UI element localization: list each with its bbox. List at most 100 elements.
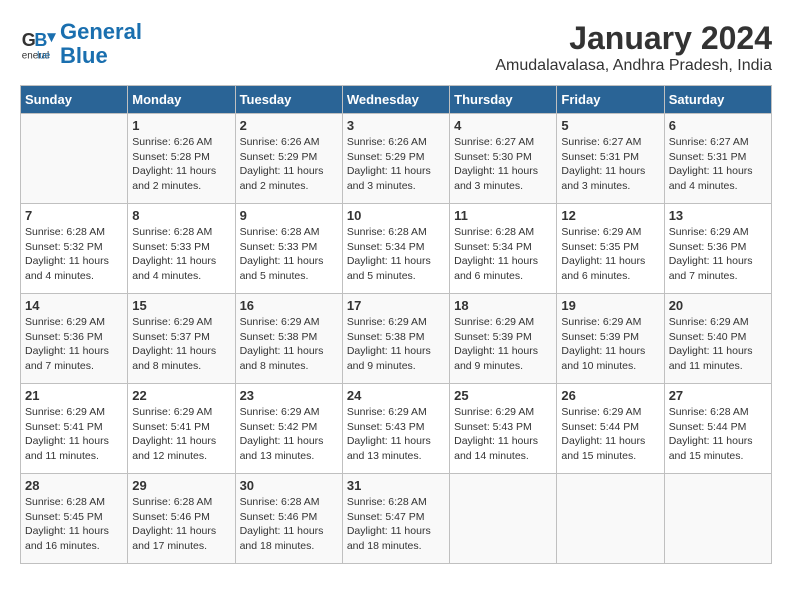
day-number: 8	[132, 208, 230, 223]
svg-text:lue: lue	[37, 51, 51, 62]
day-header-wednesday: Wednesday	[342, 86, 449, 114]
calendar-week-1: 1Sunrise: 6:26 AM Sunset: 5:28 PM Daylig…	[21, 114, 772, 204]
day-number: 21	[25, 388, 123, 403]
day-info: Sunrise: 6:29 AM Sunset: 5:40 PM Dayligh…	[669, 315, 767, 374]
calendar-cell	[450, 474, 557, 564]
day-info: Sunrise: 6:28 AM Sunset: 5:46 PM Dayligh…	[132, 495, 230, 554]
day-number: 29	[132, 478, 230, 493]
calendar-cell: 27 Sunrise: 6:28 AM Sunset: 5:44 PM Dayli…	[664, 384, 771, 474]
calendar-title: January 2024	[495, 20, 772, 57]
day-number: 7	[25, 208, 123, 223]
calendar-header-row: SundayMondayTuesdayWednesdayThursdayFrid…	[21, 86, 772, 114]
day-info: Sunrise: 6:29 AM Sunset: 5:38 PM Dayligh…	[240, 315, 338, 374]
day-info: Sunrise: 6:27 AM Sunset: 5:31 PM Dayligh…	[561, 135, 659, 194]
day-number: 11	[454, 208, 552, 223]
day-number: 6	[669, 118, 767, 133]
calendar-cell: 7 Sunrise: 6:28 AM Sunset: 5:32 PM Daylig…	[21, 204, 128, 294]
day-info: Sunrise: 6:28 AM Sunset: 5:44 PM Dayligh…	[669, 405, 767, 464]
logo-icon: G B eneral lue	[20, 26, 56, 62]
day-number: 10	[347, 208, 445, 223]
day-header-thursday: Thursday	[450, 86, 557, 114]
calendar-cell: 1Sunrise: 6:26 AM Sunset: 5:28 PM Daylig…	[128, 114, 235, 204]
calendar-week-4: 21 Sunrise: 6:29 AM Sunset: 5:41 PM Dayli…	[21, 384, 772, 474]
day-number: 17	[347, 298, 445, 313]
day-number: 15	[132, 298, 230, 313]
day-number: 26	[561, 388, 659, 403]
calendar-cell: 17 Sunrise: 6:29 AM Sunset: 5:38 PM Dayli…	[342, 294, 449, 384]
calendar-cell: 18 Sunrise: 6:29 AM Sunset: 5:39 PM Dayli…	[450, 294, 557, 384]
day-header-friday: Friday	[557, 86, 664, 114]
calendar-week-2: 7 Sunrise: 6:28 AM Sunset: 5:32 PM Daylig…	[21, 204, 772, 294]
day-number: 30	[240, 478, 338, 493]
day-info: Sunrise: 6:28 AM Sunset: 5:45 PM Dayligh…	[25, 495, 123, 554]
day-number: 2	[240, 118, 338, 133]
day-info: Sunrise: 6:27 AM Sunset: 5:31 PM Dayligh…	[669, 135, 767, 194]
calendar-cell: 23Sunrise: 6:29 AM Sunset: 5:42 PM Dayli…	[235, 384, 342, 474]
day-number: 20	[669, 298, 767, 313]
day-info: Sunrise: 6:28 AM Sunset: 5:32 PM Dayligh…	[25, 225, 123, 284]
calendar-cell: 29 Sunrise: 6:28 AM Sunset: 5:46 PM Dayli…	[128, 474, 235, 564]
day-info: Sunrise: 6:29 AM Sunset: 5:36 PM Dayligh…	[669, 225, 767, 284]
page-header: G B eneral lue General Blue January 2024…	[20, 20, 772, 75]
svg-text:B: B	[34, 30, 47, 50]
day-number: 22	[132, 388, 230, 403]
day-info: Sunrise: 6:29 AM Sunset: 5:35 PM Dayligh…	[561, 225, 659, 284]
day-number: 31	[347, 478, 445, 493]
day-info: Sunrise: 6:28 AM Sunset: 5:33 PM Dayligh…	[132, 225, 230, 284]
day-info: Sunrise: 6:29 AM Sunset: 5:39 PM Dayligh…	[454, 315, 552, 374]
calendar-cell: 26 Sunrise: 6:29 AM Sunset: 5:44 PM Dayli…	[557, 384, 664, 474]
day-info: Sunrise: 6:28 AM Sunset: 5:34 PM Dayligh…	[347, 225, 445, 284]
day-number: 18	[454, 298, 552, 313]
day-info: Sunrise: 6:29 AM Sunset: 5:44 PM Dayligh…	[561, 405, 659, 464]
day-info: Sunrise: 6:26 AM Sunset: 5:29 PM Dayligh…	[240, 135, 338, 194]
day-header-tuesday: Tuesday	[235, 86, 342, 114]
day-info: Sunrise: 6:27 AM Sunset: 5:30 PM Dayligh…	[454, 135, 552, 194]
day-info: Sunrise: 6:29 AM Sunset: 5:37 PM Dayligh…	[132, 315, 230, 374]
calendar-cell: 15 Sunrise: 6:29 AM Sunset: 5:37 PM Dayli…	[128, 294, 235, 384]
calendar-cell: 14Sunrise: 6:29 AM Sunset: 5:36 PM Dayli…	[21, 294, 128, 384]
calendar-cell: 6 Sunrise: 6:27 AM Sunset: 5:31 PM Daylig…	[664, 114, 771, 204]
calendar-cell: 24Sunrise: 6:29 AM Sunset: 5:43 PM Dayli…	[342, 384, 449, 474]
calendar-cell	[557, 474, 664, 564]
logo-text: General Blue	[60, 20, 142, 68]
calendar-cell: 13Sunrise: 6:29 AM Sunset: 5:36 PM Dayli…	[664, 204, 771, 294]
title-block: January 2024 Amudalavalasa, Andhra Prade…	[495, 20, 772, 75]
calendar-cell: 25Sunrise: 6:29 AM Sunset: 5:43 PM Dayli…	[450, 384, 557, 474]
day-header-monday: Monday	[128, 86, 235, 114]
day-number: 4	[454, 118, 552, 133]
calendar-cell: 10 Sunrise: 6:28 AM Sunset: 5:34 PM Dayli…	[342, 204, 449, 294]
day-info: Sunrise: 6:29 AM Sunset: 5:41 PM Dayligh…	[25, 405, 123, 464]
calendar-cell: 2 Sunrise: 6:26 AM Sunset: 5:29 PM Daylig…	[235, 114, 342, 204]
day-info: Sunrise: 6:29 AM Sunset: 5:39 PM Dayligh…	[561, 315, 659, 374]
calendar-cell: 4 Sunrise: 6:27 AM Sunset: 5:30 PM Daylig…	[450, 114, 557, 204]
day-info: Sunrise: 6:28 AM Sunset: 5:33 PM Dayligh…	[240, 225, 338, 284]
calendar-cell: 9 Sunrise: 6:28 AM Sunset: 5:33 PM Daylig…	[235, 204, 342, 294]
calendar-week-3: 14Sunrise: 6:29 AM Sunset: 5:36 PM Dayli…	[21, 294, 772, 384]
calendar-cell: 5Sunrise: 6:27 AM Sunset: 5:31 PM Daylig…	[557, 114, 664, 204]
calendar-cell: 30 Sunrise: 6:28 AM Sunset: 5:46 PM Dayli…	[235, 474, 342, 564]
day-number: 9	[240, 208, 338, 223]
day-number: 23	[240, 388, 338, 403]
calendar-cell	[21, 114, 128, 204]
day-number: 24	[347, 388, 445, 403]
day-info: Sunrise: 6:28 AM Sunset: 5:34 PM Dayligh…	[454, 225, 552, 284]
day-info: Sunrise: 6:28 AM Sunset: 5:46 PM Dayligh…	[240, 495, 338, 554]
day-number: 1	[132, 118, 230, 133]
calendar-cell: 31Sunrise: 6:28 AM Sunset: 5:47 PM Dayli…	[342, 474, 449, 564]
day-info: Sunrise: 6:26 AM Sunset: 5:29 PM Dayligh…	[347, 135, 445, 194]
calendar-cell: 8 Sunrise: 6:28 AM Sunset: 5:33 PM Daylig…	[128, 204, 235, 294]
day-number: 16	[240, 298, 338, 313]
day-number: 3	[347, 118, 445, 133]
calendar-cell: 28Sunrise: 6:28 AM Sunset: 5:45 PM Dayli…	[21, 474, 128, 564]
calendar-cell: 22Sunrise: 6:29 AM Sunset: 5:41 PM Dayli…	[128, 384, 235, 474]
calendar-cell: 19Sunrise: 6:29 AM Sunset: 5:39 PM Dayli…	[557, 294, 664, 384]
calendar-cell: 16 Sunrise: 6:29 AM Sunset: 5:38 PM Dayli…	[235, 294, 342, 384]
calendar-week-5: 28Sunrise: 6:28 AM Sunset: 5:45 PM Dayli…	[21, 474, 772, 564]
day-number: 27	[669, 388, 767, 403]
day-header-sunday: Sunday	[21, 86, 128, 114]
calendar-table: SundayMondayTuesdayWednesdayThursdayFrid…	[20, 85, 772, 564]
calendar-cell: 11 Sunrise: 6:28 AM Sunset: 5:34 PM Dayli…	[450, 204, 557, 294]
day-info: Sunrise: 6:29 AM Sunset: 5:38 PM Dayligh…	[347, 315, 445, 374]
day-header-saturday: Saturday	[664, 86, 771, 114]
day-number: 14	[25, 298, 123, 313]
